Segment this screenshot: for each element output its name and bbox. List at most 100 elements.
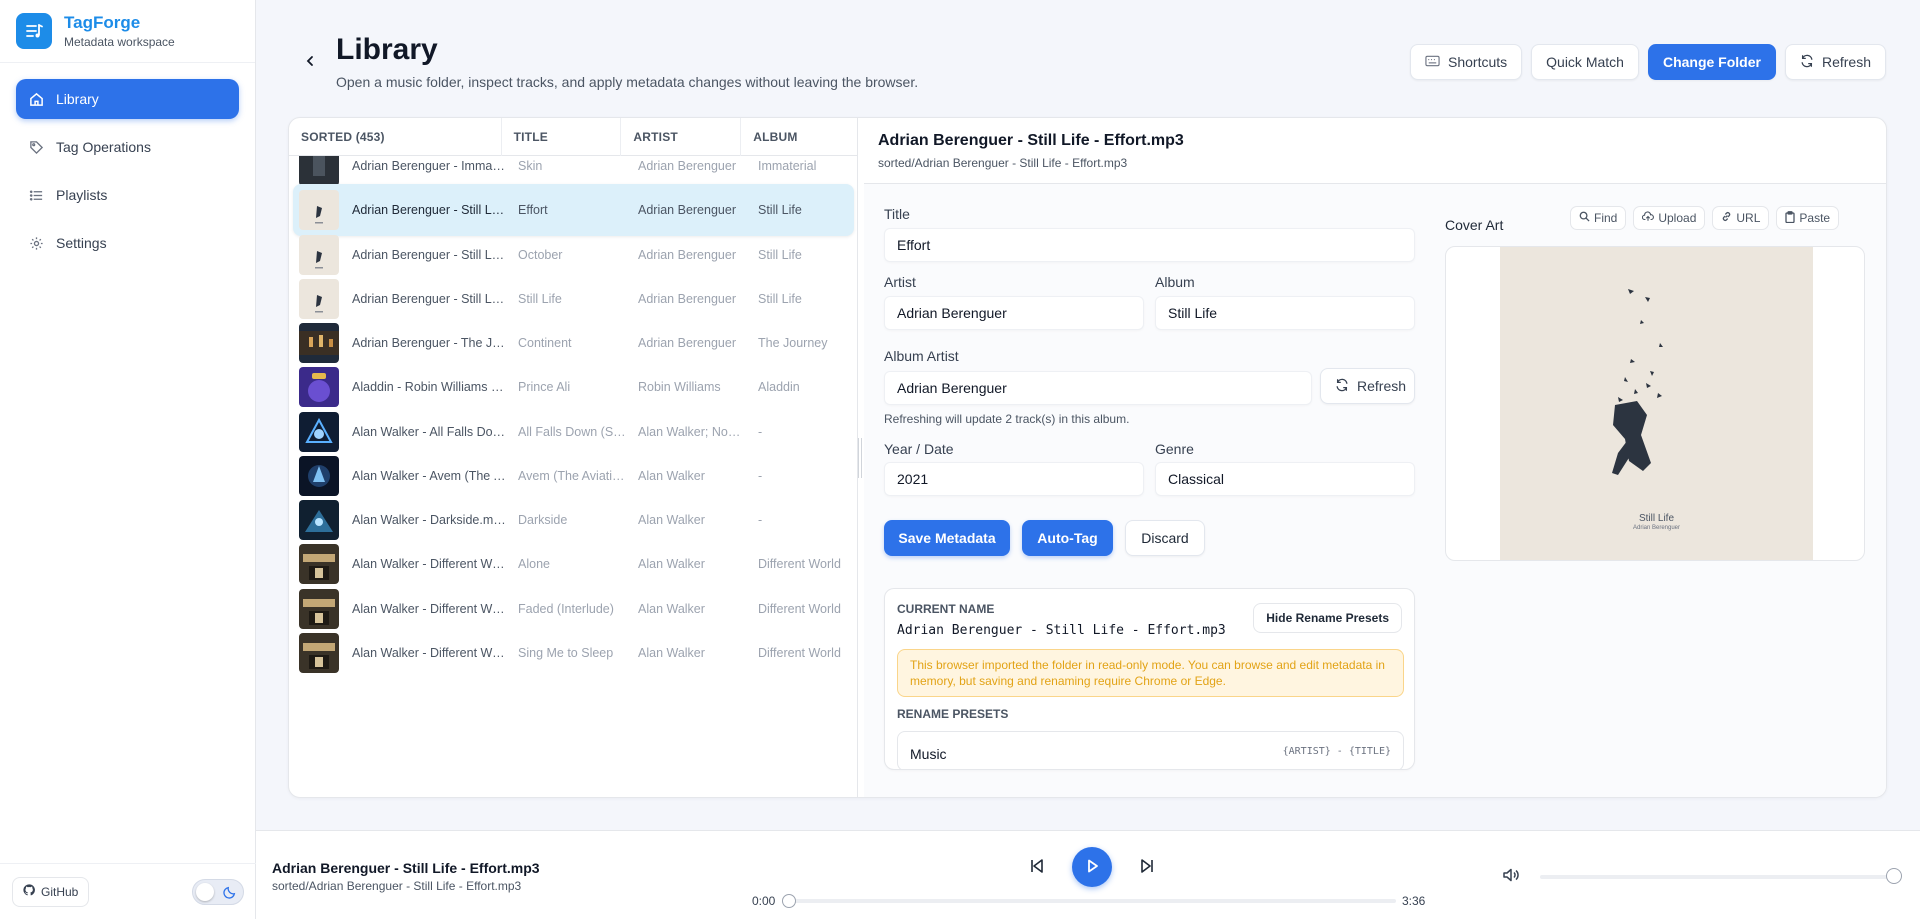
sidebar-item-label: Playlists xyxy=(56,187,108,203)
column-header-title[interactable]: TITLE xyxy=(502,118,622,156)
track-album: The Journey xyxy=(758,336,828,350)
auto-tag-button[interactable]: Auto-Tag xyxy=(1022,520,1113,556)
github-button[interactable]: GitHub xyxy=(12,876,90,907)
track-filename: Alan Walker - Different World - Sing Me … xyxy=(352,645,506,660)
skip-forward-icon xyxy=(1138,857,1156,878)
editor-track-title: Adrian Berenguer - Still Life - Effort.m… xyxy=(878,132,1184,149)
genre-field[interactable]: Classical xyxy=(1155,462,1415,496)
player-bar: Adrian Berenguer - Still Life - Effort.m… xyxy=(256,830,1920,919)
refresh-button[interactable]: Refresh xyxy=(1784,44,1886,80)
track-album: - xyxy=(758,513,763,527)
sidebar-item-label: Library xyxy=(56,91,99,107)
volume-icon[interactable] xyxy=(1502,867,1520,886)
sidebar-item-settings[interactable]: Settings xyxy=(16,223,239,263)
brand: TagForge Metadata workspace xyxy=(0,0,255,63)
sidebar-item-tag-operations[interactable]: Tag Operations xyxy=(16,127,239,167)
track-artist: Robin Williams xyxy=(638,380,721,395)
play-button[interactable] xyxy=(1072,847,1112,887)
quick-match-button[interactable]: Quick Match xyxy=(1531,44,1639,80)
track-filename: Adrian Berenguer - Still Life - Still Li… xyxy=(352,291,506,306)
sidebar: TagForge Metadata workspace Library Tag … xyxy=(0,0,256,919)
url-cover-button[interactable]: URL xyxy=(1712,206,1770,230)
shortcuts-button[interactable]: Shortcuts xyxy=(1410,44,1523,80)
total-time: 3:36 xyxy=(1402,894,1426,908)
upload-label: Upload xyxy=(1658,211,1697,225)
cover-art-image: Still Life Adrian Berenguer xyxy=(1500,247,1813,560)
header-actions: Shortcuts Quick Match Change Folder Refr… xyxy=(1410,44,1886,80)
music-list-icon xyxy=(16,13,52,49)
track-artist: Adrian Berenguer xyxy=(638,291,736,306)
seek-handle[interactable] xyxy=(782,894,796,908)
sidebar-item-library[interactable]: Library xyxy=(16,79,239,119)
track-title: Darkside xyxy=(518,513,568,527)
track-thumbnail xyxy=(299,323,339,363)
gear-icon xyxy=(28,235,44,251)
track-list: SORTED (453) TITLE ARTIST ALBUM Adrian B… xyxy=(289,118,858,797)
year-field[interactable]: 2021 xyxy=(884,462,1144,496)
track-rows: Adrian Berenguer - Immaterial - Skin.mp3… xyxy=(289,156,857,797)
find-cover-button[interactable]: Find xyxy=(1570,206,1627,230)
track-title: Prince Ali xyxy=(518,380,571,395)
column-header-album[interactable]: ALBUM xyxy=(741,118,857,156)
refresh-hint: Refreshing will update 2 track(s) in thi… xyxy=(884,412,1130,426)
track-artist: Adrian Berenguer xyxy=(638,247,736,262)
track-filename: Adrian Berenguer - The Journey - Contine… xyxy=(352,336,506,350)
track-album: - xyxy=(758,468,763,483)
album-artist-refresh-button[interactable]: Refresh xyxy=(1320,368,1415,404)
title-field[interactable]: Effort xyxy=(884,228,1415,262)
preset-pattern: {ARTIST} - {TITLE} xyxy=(1282,746,1391,757)
cover-art-artist: Adrian Berenguer xyxy=(1632,525,1681,531)
volume-slider[interactable] xyxy=(1540,875,1890,879)
upload-cover-button[interactable]: Upload xyxy=(1633,206,1706,230)
track-thumbnail xyxy=(299,411,339,452)
sidebar-item-playlists[interactable]: Playlists xyxy=(16,175,239,215)
track-title: Sing Me to Sleep xyxy=(518,645,614,660)
now-playing-title: Adrian Berenguer - Still Life - Effort.m… xyxy=(272,860,540,876)
tag-icon xyxy=(28,139,44,155)
playback-controls xyxy=(1020,847,1164,887)
play-icon xyxy=(1083,857,1101,878)
hide-rename-presets-button[interactable]: Hide Rename Presets xyxy=(1253,603,1402,633)
track-filename: Alan Walker - All Falls Down.mp3 xyxy=(352,424,506,439)
track-filename: Alan Walker - Darkside.mp3 xyxy=(352,513,506,527)
rename-preset-item[interactable]: Music {ARTIST} - {TITLE} xyxy=(897,731,1404,769)
column-header-file[interactable]: SORTED (453) xyxy=(289,118,502,156)
track-title: Skin xyxy=(518,159,543,173)
editor-body: Title Effort Artist Adrian Berenguer Alb… xyxy=(864,184,1886,797)
album-field[interactable]: Still Life xyxy=(1155,296,1415,330)
metadata-editor: Adrian Berenguer - Still Life - Effort.m… xyxy=(864,118,1886,797)
change-folder-button[interactable]: Change Folder xyxy=(1647,44,1776,80)
track-row-partial[interactable] xyxy=(293,671,854,723)
track-thumbnail xyxy=(299,544,339,585)
skip-back-icon xyxy=(1028,857,1046,878)
sidebar-nav: Library Tag Operations Playlists Setting… xyxy=(0,63,255,287)
volume-handle[interactable] xyxy=(1886,868,1902,884)
column-header-artist[interactable]: ARTIST xyxy=(621,118,742,156)
track-title: Still Life xyxy=(518,291,562,306)
artist-field[interactable]: Adrian Berenguer xyxy=(884,296,1144,330)
next-track-button[interactable] xyxy=(1130,850,1164,884)
title-label: Title xyxy=(884,206,910,222)
track-artist: Alan Walker xyxy=(638,513,705,527)
save-metadata-button[interactable]: Save Metadata xyxy=(884,520,1010,556)
track-artist: Alan Walker xyxy=(638,557,705,572)
track-filename: Alan Walker - Different World - Faded.mp… xyxy=(352,601,506,616)
cover-art-frame: Still Life Adrian Berenguer xyxy=(1445,246,1865,561)
back-button[interactable] xyxy=(300,52,320,72)
track-artist: Alan Walker; Noah Cyrus xyxy=(638,424,746,439)
theme-toggle[interactable] xyxy=(192,878,244,905)
track-filename: Alan Walker - Different World - Alone.mp… xyxy=(352,557,506,572)
quick-match-label: Quick Match xyxy=(1546,54,1624,70)
discard-button[interactable]: Discard xyxy=(1125,520,1205,556)
clipboard-icon xyxy=(1785,210,1796,226)
brand-name: TagForge xyxy=(64,13,141,32)
previous-track-button[interactable] xyxy=(1020,850,1054,884)
paste-cover-button[interactable]: Paste xyxy=(1776,206,1840,230)
album-artist-field[interactable]: Adrian Berenguer xyxy=(884,371,1312,405)
track-album: - xyxy=(758,424,763,439)
seek-bar[interactable] xyxy=(788,899,1396,903)
track-album: Different World xyxy=(758,557,841,572)
sidebar-item-label: Settings xyxy=(56,235,107,251)
pane-resize-handle[interactable] xyxy=(858,438,862,478)
track-filename: Adrian Berenguer - Immaterial - Skin.mp3 xyxy=(352,159,506,173)
